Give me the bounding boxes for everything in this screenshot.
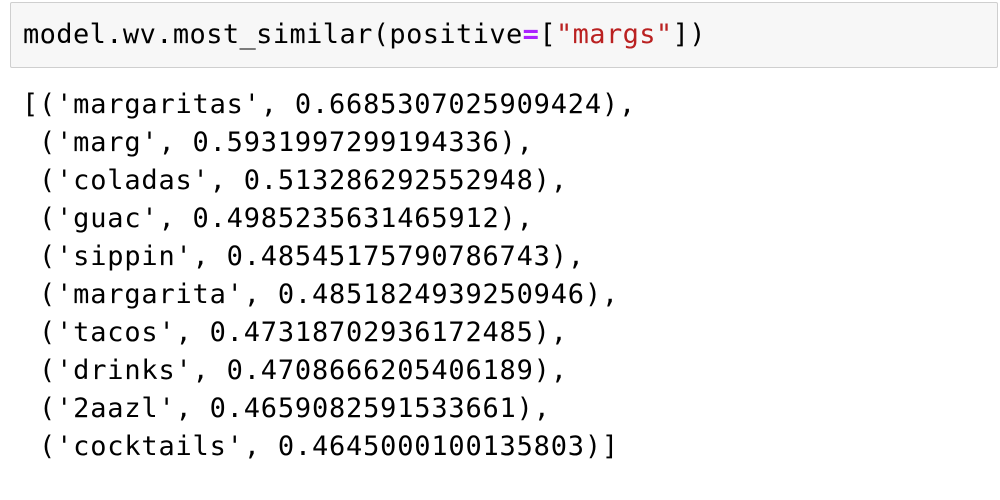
output-line: ('cocktails', 0.4645000100135803)] bbox=[22, 431, 619, 462]
code-operator: = bbox=[522, 19, 540, 50]
output-cell: [('margaritas', 0.6685307025909424), ('m… bbox=[22, 86, 636, 466]
code-bracket-open: [ bbox=[539, 19, 556, 50]
output-line: ('marg', 0.5931997299194336), bbox=[22, 127, 534, 158]
code-call: model.wv.most_similar(positive bbox=[23, 19, 523, 50]
output-line: [('margaritas', 0.6685307025909424), bbox=[22, 89, 636, 120]
output-line: ('margarita', 0.4851824939250946), bbox=[22, 279, 619, 310]
code-input-cell[interactable]: model.wv.most_similar(positive=["margs"]… bbox=[10, 2, 998, 68]
code-line: model.wv.most_similar(positive=["margs"]… bbox=[23, 15, 706, 55]
output-line: ('sippin', 0.48545175790786743), bbox=[22, 241, 585, 272]
output-line: ('coladas', 0.513286292552948), bbox=[22, 165, 568, 196]
output-line: ('guac', 0.4985235631465912), bbox=[22, 203, 534, 234]
code-string-literal: "margs" bbox=[555, 19, 673, 50]
output-line: ('tacos', 0.47318702936172485), bbox=[22, 317, 568, 348]
output-line: ('2aazl', 0.4659082591533661), bbox=[22, 393, 551, 424]
output-line: ('drinks', 0.4708666205406189), bbox=[22, 355, 568, 386]
code-bracket-close: ]) bbox=[672, 19, 706, 50]
